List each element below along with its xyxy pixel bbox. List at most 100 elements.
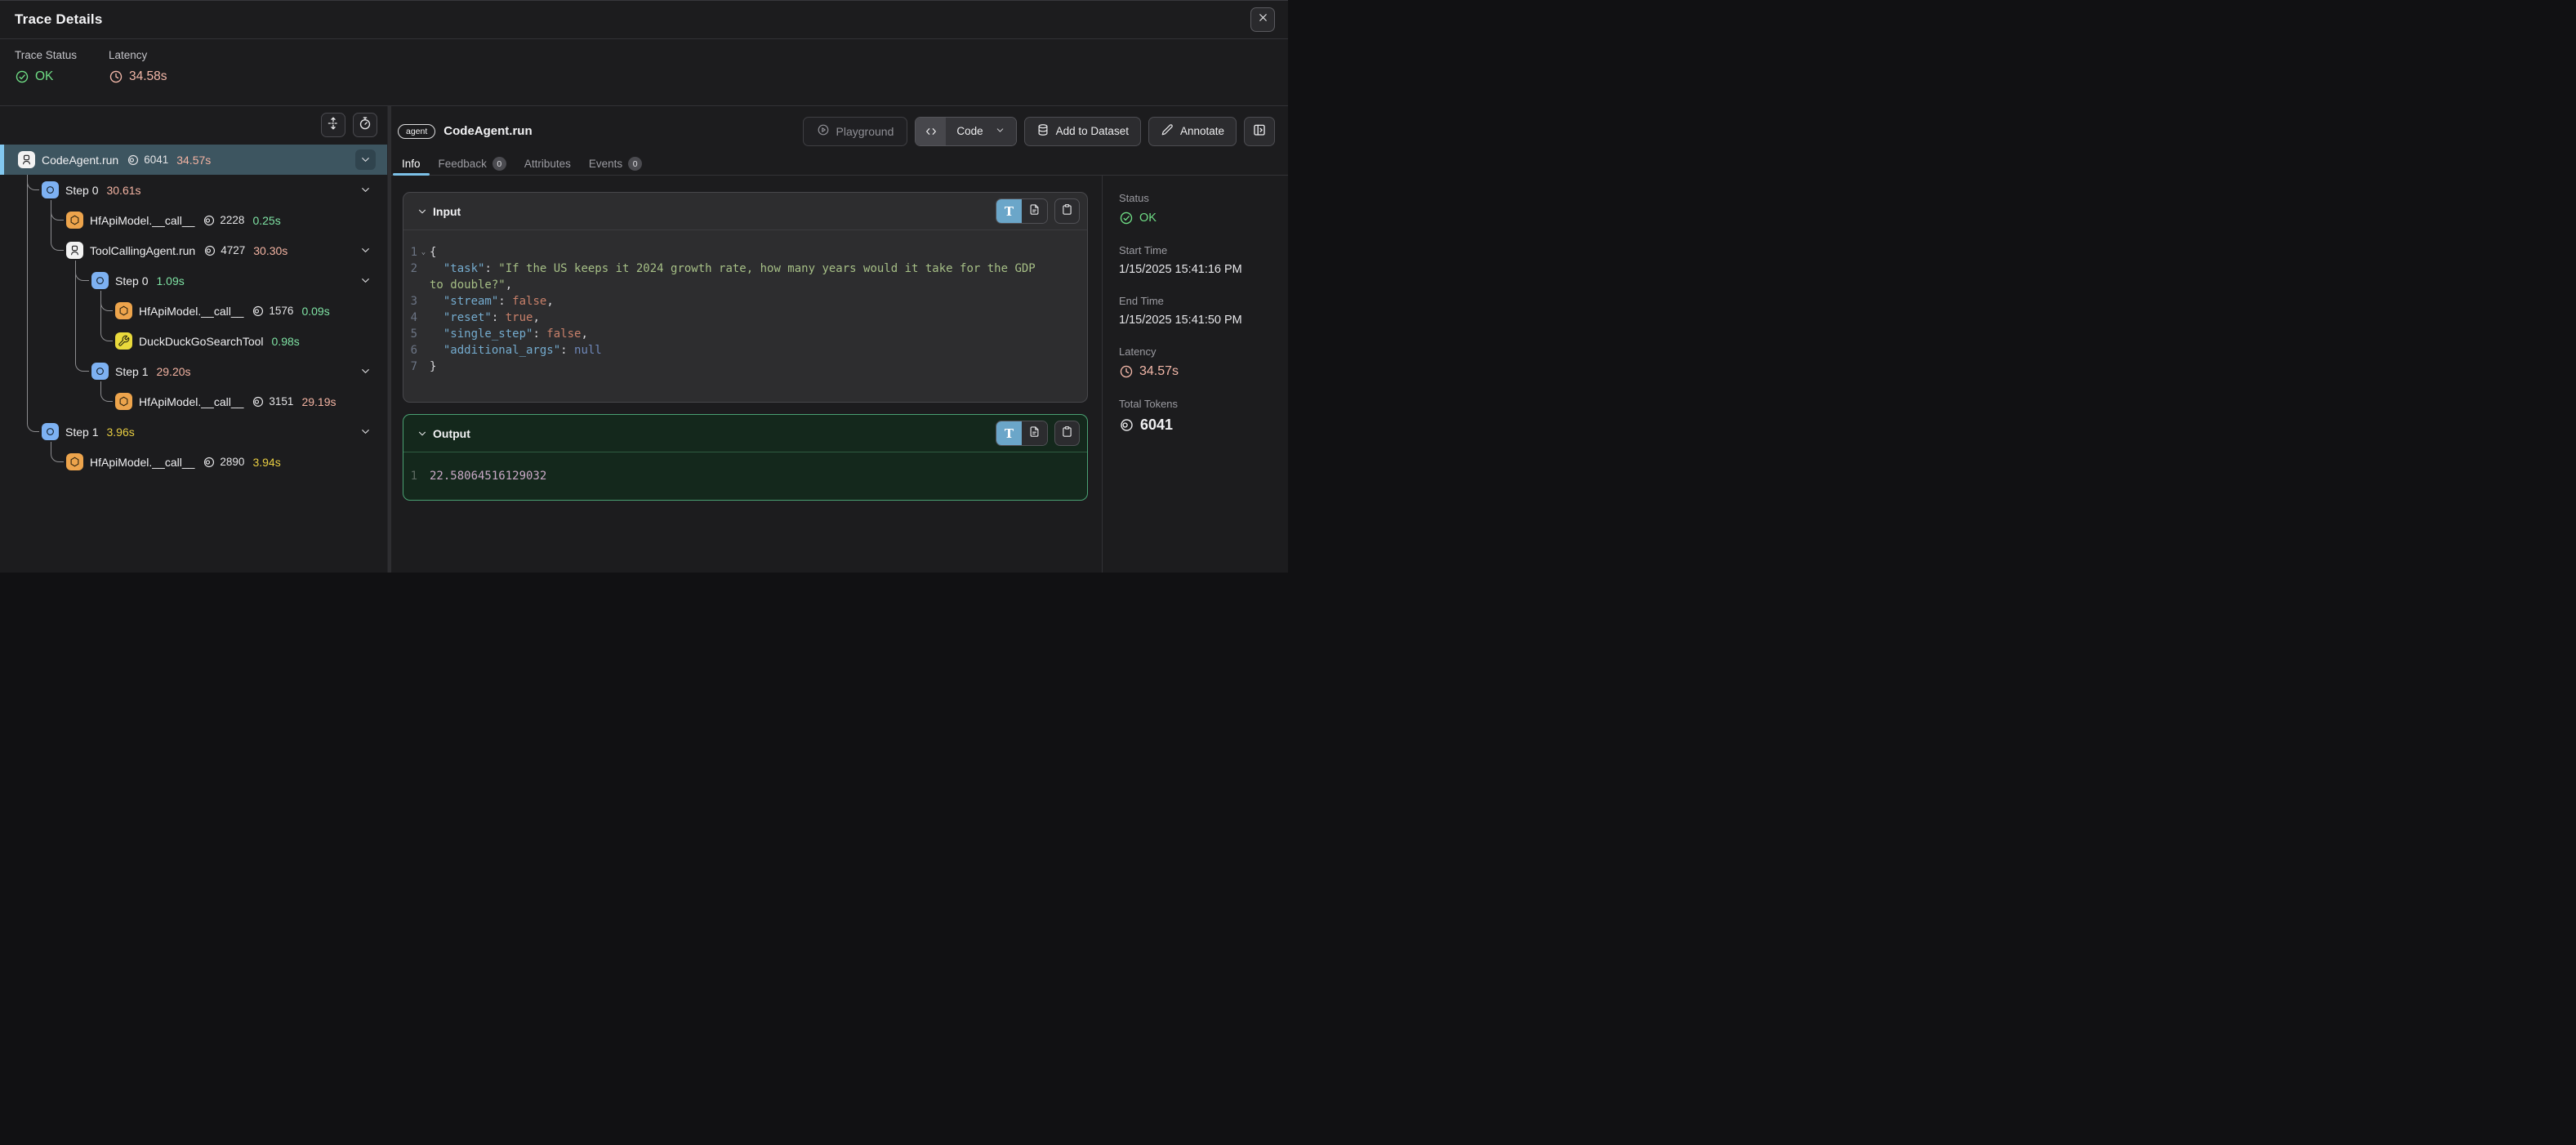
- detail-value: 6041: [1119, 417, 1280, 434]
- add-to-dataset-button[interactable]: Add to Dataset: [1024, 117, 1141, 146]
- tree-row-toolcallingagent-run[interactable]: ToolCallingAgent.run472730.30s: [0, 235, 387, 265]
- expand-rows-button[interactable]: [321, 113, 345, 137]
- tokens-icon: [252, 395, 265, 408]
- span-name: Step 1: [115, 365, 148, 378]
- token-count: 2228: [203, 214, 244, 227]
- agent-icon: [18, 151, 35, 168]
- detail-label: Start Time: [1119, 244, 1280, 256]
- fold-chevron-icon[interactable]: ⌄: [417, 244, 430, 261]
- annotate-button[interactable]: Annotate: [1148, 117, 1237, 146]
- document-view-button[interactable]: [1022, 421, 1047, 445]
- code-text: "stream": false,: [430, 293, 1046, 310]
- step-icon: [91, 363, 109, 380]
- output-view-controls: T: [996, 421, 1080, 446]
- detail-item: Latency 34.57s: [1119, 345, 1280, 379]
- pencil-icon: [1161, 123, 1174, 139]
- tokens-icon: [203, 456, 216, 469]
- span-name: ToolCallingAgent.run: [90, 244, 195, 257]
- line-number: 1: [407, 468, 417, 484]
- tree-row-hfapimodel-call-[interactable]: HfApiModel.__call__315129.19s: [0, 386, 387, 417]
- code-text: "reset": true,: [430, 310, 1046, 326]
- span-detail-panel: agent CodeAgent.run Playground Code: [391, 106, 1288, 572]
- code-text: "additional_args": null: [430, 342, 1046, 359]
- collapse-input-chevron-icon[interactable]: [413, 203, 431, 221]
- span-tabs: InfoFeedback0AttributesEvents0: [391, 153, 1288, 175]
- playground-button[interactable]: Playground: [803, 117, 908, 146]
- play-circle-icon: [817, 123, 830, 139]
- collapse-chevron-icon[interactable]: [355, 361, 376, 381]
- span-name: Step 0: [65, 184, 98, 197]
- close-button[interactable]: [1250, 7, 1275, 32]
- collapse-chevron-icon[interactable]: [355, 149, 376, 170]
- output-code: 1 22.58064516129032: [403, 452, 1087, 500]
- code-text: {: [430, 244, 1046, 261]
- code-line: 4 "reset": true,: [407, 310, 1046, 326]
- tree-row-hfapimodel-call-[interactable]: HfApiModel.__call__28903.94s: [0, 447, 387, 477]
- document-view-button[interactable]: [1022, 199, 1047, 223]
- tree-row-step-0[interactable]: Step 030.61s: [0, 175, 387, 205]
- span-latency: 0.09s: [301, 305, 329, 318]
- clipboard-icon: [1061, 203, 1073, 220]
- code-text: 22.58064516129032: [430, 468, 1046, 484]
- detail-label: End Time: [1119, 295, 1280, 307]
- page-title: Trace Details: [15, 11, 103, 28]
- clipboard-icon: [1061, 425, 1073, 442]
- tab-feedback[interactable]: Feedback0: [430, 153, 515, 175]
- stat-label: Latency: [109, 49, 203, 61]
- toggle-details-panel-button[interactable]: [1244, 117, 1275, 146]
- copy-input-button[interactable]: [1054, 198, 1080, 224]
- collapse-chevron-icon[interactable]: [355, 421, 376, 442]
- expand-rows-icon: [326, 116, 341, 135]
- tree-row-duckduckgosearchtool[interactable]: DuckDuckGoSearchTool0.98s: [0, 326, 387, 356]
- document-icon: [1028, 203, 1041, 220]
- tab-info[interactable]: Info: [393, 153, 430, 175]
- details-sidebar: Status OKStart Time 1/15/2025 15:41:16 P…: [1102, 176, 1288, 572]
- tree-row-step-1[interactable]: Step 129.20s: [0, 356, 387, 386]
- tree-row-hfapimodel-call-[interactable]: HfApiModel.__call__15760.09s: [0, 296, 387, 326]
- detail-item: End Time 1/15/2025 15:41:50 PM: [1119, 295, 1280, 327]
- tokens-icon: [127, 154, 140, 167]
- text-view-button[interactable]: T: [996, 421, 1022, 445]
- token-count: 2890: [203, 456, 244, 469]
- tree-row-hfapimodel-call-[interactable]: HfApiModel.__call__22280.25s: [0, 205, 387, 235]
- collapse-output-chevron-icon[interactable]: [413, 425, 431, 443]
- fold-gutter: [417, 468, 430, 484]
- latency-toggle-button[interactable]: [353, 113, 377, 137]
- tree-row-codeagent-run[interactable]: CodeAgent.run604134.57s: [0, 145, 387, 175]
- line-number: 3: [407, 293, 417, 310]
- copy-output-button[interactable]: [1054, 421, 1080, 446]
- tab-events[interactable]: Events0: [580, 153, 651, 175]
- code-line: 1⌄{: [407, 244, 1046, 261]
- step-icon: [91, 272, 109, 289]
- span-name: DuckDuckGoSearchTool: [139, 335, 264, 348]
- check-circle-icon: [15, 69, 29, 84]
- tokens-icon: [203, 244, 216, 257]
- span-latency: 30.30s: [253, 244, 287, 257]
- tree-row-step-0[interactable]: Step 01.09s: [0, 265, 387, 296]
- collapse-chevron-icon[interactable]: [355, 240, 376, 261]
- code-text: "single_step": false,: [430, 326, 1046, 342]
- stopwatch-icon: [358, 116, 372, 135]
- span-kind-badge: agent: [398, 124, 435, 139]
- trace-details-window: Trace Details Trace Status OKLatency 34.…: [0, 0, 1288, 572]
- span-toolbar: Playground Code Add to Dataset: [803, 117, 1275, 146]
- fold-gutter: [417, 359, 430, 375]
- model-icon: [66, 453, 83, 470]
- span-name: HfApiModel.__call__: [90, 214, 194, 227]
- tool-icon: [115, 332, 132, 350]
- code-line: 2 "task": "If the US keeps it 2024 growt…: [407, 261, 1046, 293]
- output-title: Output: [433, 427, 470, 440]
- text-view-button[interactable]: T: [996, 199, 1022, 223]
- detail-value: 1/15/2025 15:41:50 PM: [1119, 314, 1280, 327]
- io-cards: Input T: [391, 176, 1102, 572]
- detail-label: Total Tokens: [1119, 398, 1280, 410]
- tab-attributes[interactable]: Attributes: [515, 153, 580, 175]
- panel-right-icon: [1252, 123, 1267, 140]
- tree-toolbar: [321, 113, 377, 137]
- collapse-chevron-icon[interactable]: [355, 270, 376, 291]
- code-dropdown[interactable]: Code: [915, 117, 1016, 146]
- span-name: HfApiModel.__call__: [90, 456, 194, 469]
- collapse-chevron-icon[interactable]: [355, 180, 376, 200]
- tree-row-step-1[interactable]: Step 13.96s: [0, 417, 387, 447]
- line-number: 7: [407, 359, 417, 375]
